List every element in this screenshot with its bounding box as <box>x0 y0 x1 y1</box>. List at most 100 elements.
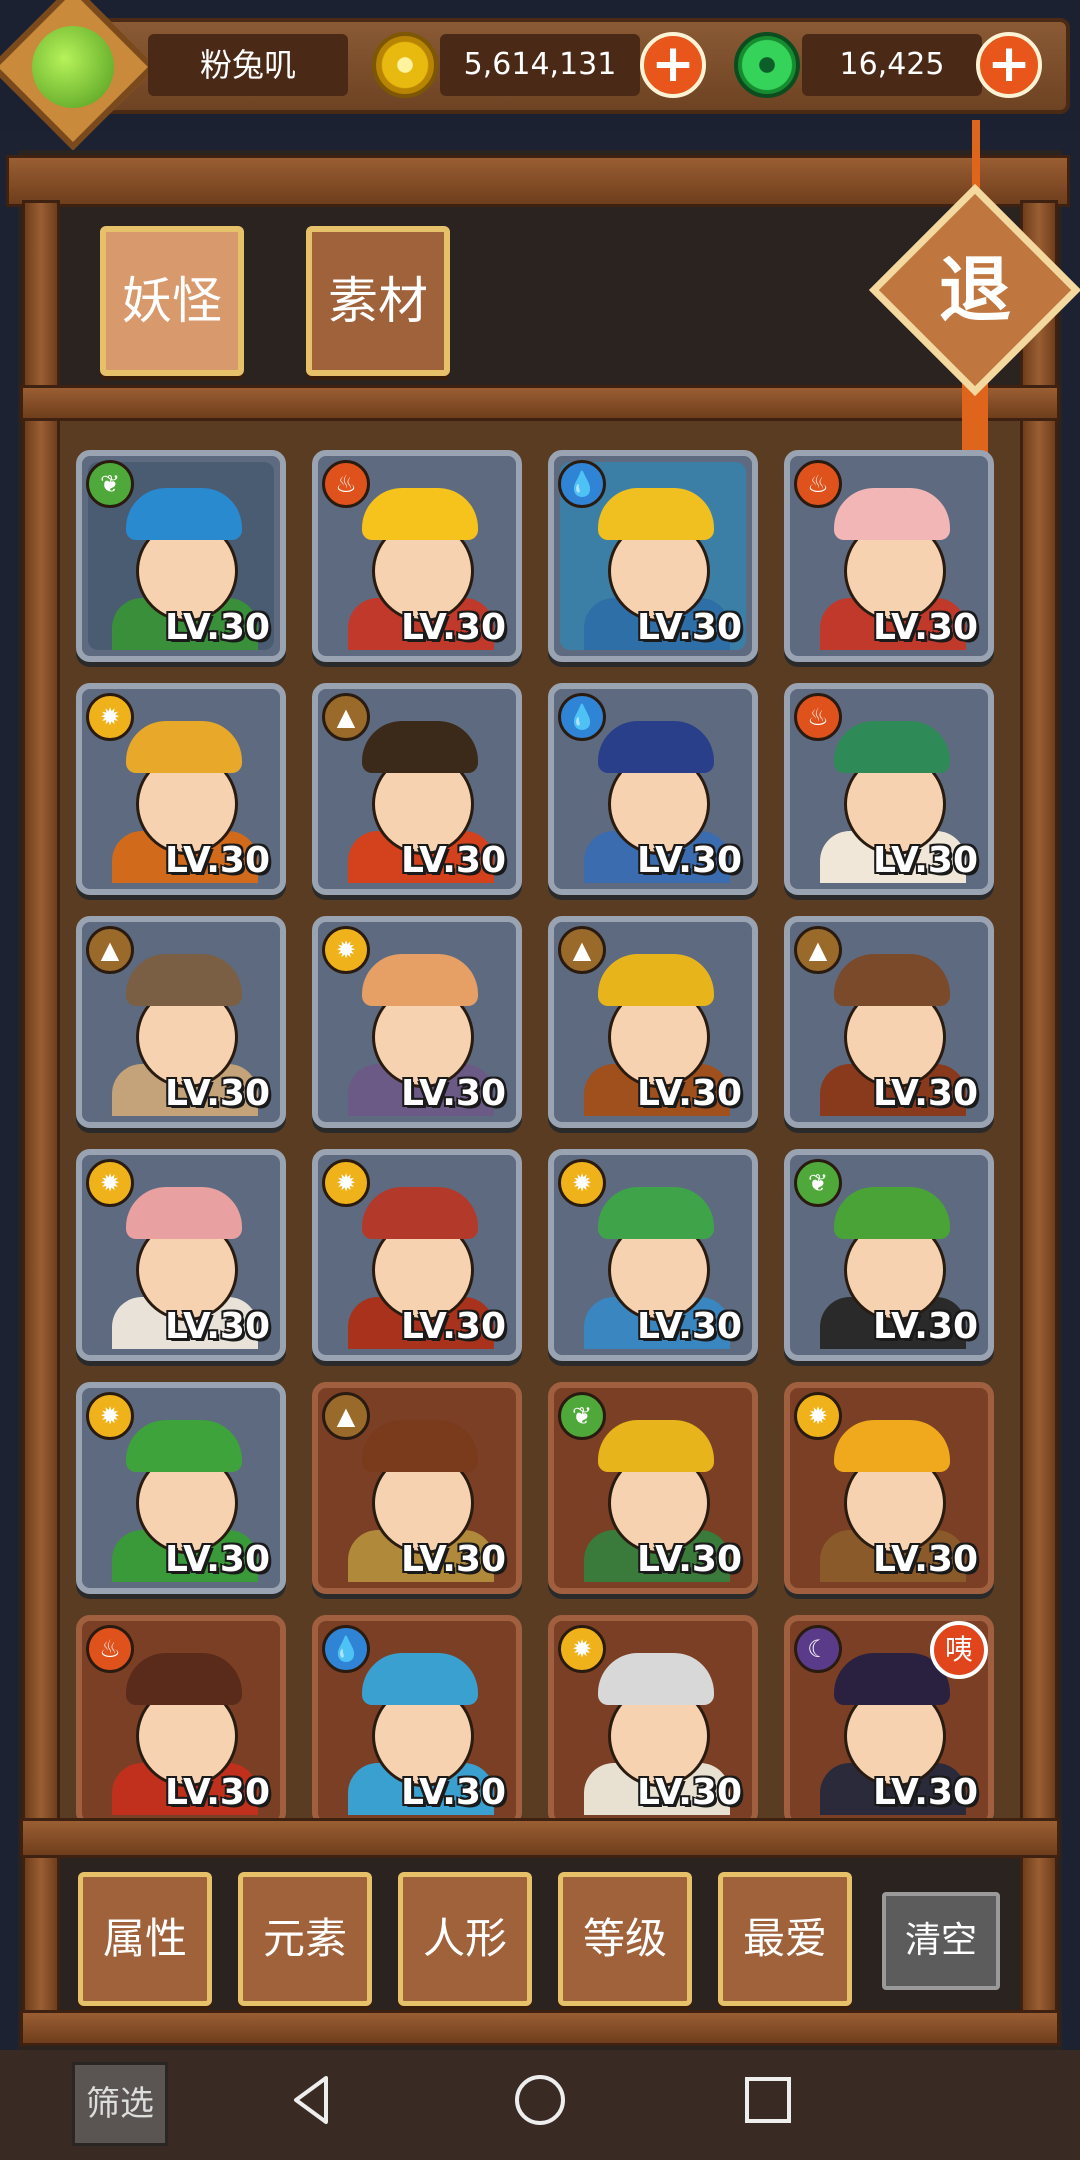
monster-level: LV.30 <box>401 1306 506 1347</box>
monster-level: LV.30 <box>637 607 742 648</box>
tab-materials[interactable]: 素材 <box>306 226 450 376</box>
monster-card[interactable]: ✹ LV.30 <box>76 683 286 895</box>
fire-element-icon: ♨ <box>794 460 842 508</box>
monster-level: LV.30 <box>637 1073 742 1114</box>
monster-hair <box>362 1187 478 1239</box>
monster-level: LV.30 <box>637 1539 742 1580</box>
shelf-beam-top <box>6 155 1070 207</box>
shelf-post-right <box>1020 200 1058 2040</box>
monster-card[interactable]: ✹ LV.30 <box>548 1615 758 1827</box>
monster-level: LV.30 <box>873 840 978 881</box>
monster-hair <box>126 1187 242 1239</box>
add-gold-button[interactable]: + <box>640 32 706 98</box>
shelf-beam-middle <box>20 385 1060 421</box>
recents-icon[interactable] <box>738 2070 798 2130</box>
monster-hair <box>362 954 478 1006</box>
monster-card[interactable]: ▲ LV.30 <box>784 916 994 1128</box>
monster-hair <box>126 1420 242 1472</box>
screen-filter-button[interactable]: 筛选 <box>72 2062 168 2146</box>
filter-humanoid-button[interactable]: 人形 <box>398 1872 532 2006</box>
monster-card[interactable]: ❦ LV.30 <box>784 1149 994 1361</box>
avatar[interactable] <box>32 26 114 108</box>
moon-element-icon: ☾ <box>794 1625 842 1673</box>
monster-hair <box>362 488 478 540</box>
tab-monsters[interactable]: 妖怪 <box>100 226 244 376</box>
monster-card[interactable]: ♨ LV.30 <box>312 450 522 662</box>
monster-card[interactable]: ♨ LV.30 <box>76 1615 286 1827</box>
monster-card[interactable]: ♨ LV.30 <box>784 450 994 662</box>
monster-hair <box>362 721 478 773</box>
monster-card[interactable]: ❦ LV.30 <box>76 450 286 662</box>
monster-card[interactable]: 💧 LV.30 <box>548 683 758 895</box>
monster-hair <box>126 1653 242 1705</box>
monster-hair <box>362 1653 478 1705</box>
monster-card[interactable]: ▲ LV.30 <box>312 683 522 895</box>
clear-filter-button[interactable]: 清空 <box>882 1892 1000 1990</box>
monster-level: LV.30 <box>165 1306 270 1347</box>
monster-hair <box>598 954 714 1006</box>
monster-hair <box>126 954 242 1006</box>
monster-card[interactable]: ☾ LV.30 咦 <box>784 1615 994 1827</box>
sun-element-icon: ✹ <box>794 1392 842 1440</box>
fire-element-icon: ♨ <box>322 460 370 508</box>
monster-card[interactable]: ❦ LV.30 <box>548 1382 758 1594</box>
sun-element-icon: ✹ <box>322 926 370 974</box>
monster-level: LV.30 <box>637 1772 742 1813</box>
monster-card[interactable]: ✹ LV.30 <box>312 1149 522 1361</box>
monster-card[interactable]: ♨ LV.30 <box>784 683 994 895</box>
monster-card[interactable]: ✹ LV.30 <box>76 1382 286 1594</box>
monster-hair <box>126 488 242 540</box>
monster-level: LV.30 <box>873 607 978 648</box>
leaf-element-icon: ❦ <box>794 1159 842 1207</box>
water-element-icon: 💧 <box>322 1625 370 1673</box>
back-icon[interactable] <box>282 2070 342 2130</box>
filter-element-button[interactable]: 元素 <box>238 1872 372 2006</box>
earth-element-icon: ▲ <box>322 1392 370 1440</box>
add-jade-button[interactable]: + <box>976 32 1042 98</box>
sun-element-icon: ✹ <box>558 1625 606 1673</box>
monster-card[interactable]: ✹ LV.30 <box>312 916 522 1128</box>
earth-element-icon: ▲ <box>322 693 370 741</box>
monster-card[interactable]: 💧 LV.30 <box>312 1615 522 1827</box>
monster-hair <box>834 488 950 540</box>
speech-badge-icon: 咦 <box>930 1621 988 1679</box>
filter-attribute-button[interactable]: 属性 <box>78 1872 212 2006</box>
monster-card[interactable]: ▲ LV.30 <box>312 1382 522 1594</box>
filter-favorite-button[interactable]: 最爱 <box>718 1872 852 2006</box>
player-name: 粉兔叽 <box>148 34 348 96</box>
monster-hair <box>834 1187 950 1239</box>
monster-hair <box>598 1653 714 1705</box>
shelf-beam-bottom <box>20 2010 1060 2046</box>
fire-element-icon: ♨ <box>794 693 842 741</box>
home-icon[interactable] <box>510 2070 570 2130</box>
monster-level: LV.30 <box>873 1073 978 1114</box>
sun-element-icon: ✹ <box>322 1159 370 1207</box>
monster-hair <box>598 721 714 773</box>
leaf-element-icon: ❦ <box>558 1392 606 1440</box>
monster-card[interactable]: ✹ LV.30 <box>548 1149 758 1361</box>
exit-button[interactable]: 退 <box>900 215 1050 365</box>
water-element-icon: 💧 <box>558 693 606 741</box>
monster-card[interactable]: ✹ LV.30 <box>76 1149 286 1361</box>
monster-level: LV.30 <box>165 1772 270 1813</box>
monster-card[interactable]: ▲ LV.30 <box>548 916 758 1128</box>
monster-card[interactable]: ✹ LV.30 <box>784 1382 994 1594</box>
monster-level: LV.30 <box>401 840 506 881</box>
fire-element-icon: ♨ <box>86 1625 134 1673</box>
monster-card[interactable]: ▲ LV.30 <box>76 916 286 1128</box>
monster-level: LV.30 <box>637 840 742 881</box>
shelf-beam-lower <box>20 1818 1060 1858</box>
monster-hair <box>362 1420 478 1472</box>
monster-card[interactable]: 💧 LV.30 <box>548 450 758 662</box>
monster-hair <box>598 1187 714 1239</box>
sun-element-icon: ✹ <box>86 693 134 741</box>
filter-level-button[interactable]: 等级 <box>558 1872 692 2006</box>
sun-element-icon: ✹ <box>86 1392 134 1440</box>
jade-amount: 16,425 <box>802 34 982 96</box>
monster-hair <box>598 1420 714 1472</box>
monster-hair <box>598 488 714 540</box>
earth-element-icon: ▲ <box>86 926 134 974</box>
earth-element-icon: ▲ <box>558 926 606 974</box>
monster-hair <box>834 1420 950 1472</box>
monster-level: LV.30 <box>401 607 506 648</box>
